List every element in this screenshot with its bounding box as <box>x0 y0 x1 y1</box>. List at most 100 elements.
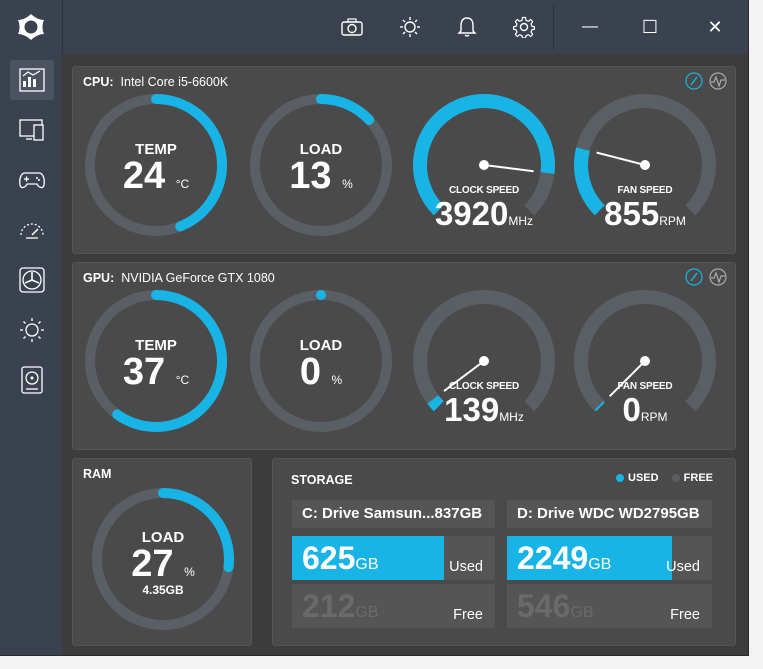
drive-d-free-label: Free <box>670 607 700 623</box>
drive-c-free-row: 212GB Free <box>292 584 495 628</box>
ram-panel: RAM LOAD 27 % 4.35GB <box>72 458 252 646</box>
cpu-clock-readout: 3920MHz <box>410 195 558 233</box>
gamepad-icon <box>19 172 45 189</box>
drive-c-header[interactable]: C: Drive Samsun...837GB <box>292 500 495 528</box>
cpu-fan-needle-hub <box>640 160 650 170</box>
cpu-name: Intel Core i5-6600K <box>120 75 229 89</box>
drive-d-used-value: 2249 <box>517 540 589 576</box>
app-window: — ☐ ✕ CPU: Intel Core i5-6600K TEMP 24 °… <box>0 0 748 655</box>
gpu-load-unit: % <box>331 373 343 387</box>
legend-free-dot <box>671 474 680 483</box>
drive-icon <box>21 366 43 394</box>
drive-c-free-readout: 212GB <box>302 588 379 625</box>
fan-icon <box>19 267 45 293</box>
sidebar-item-gaming[interactable] <box>10 160 54 200</box>
drive-c-free-label: Free <box>453 607 483 623</box>
gpu-load-gauge: LOAD 0 % <box>247 287 395 435</box>
sidebar-item-dashboard[interactable] <box>10 60 54 100</box>
graph-view-icon[interactable] <box>709 72 727 90</box>
gpu-temp-value: 37 <box>122 351 166 393</box>
gpu-clock-unit: MHz <box>499 410 524 424</box>
gauge-view-icon[interactable] <box>685 72 703 90</box>
drive-c-used-readout: 625GB <box>302 540 379 577</box>
drive-c-used-label: Used <box>449 559 483 575</box>
gpu-temp-readout: 37 °C <box>82 351 230 394</box>
gpu-panel: GPU: NVIDIA GeForce GTX 1080 TEMP 37 °C L… <box>72 262 736 450</box>
cpu-temp-value: 24 <box>122 155 166 197</box>
drive-d-free-readout: 546GB <box>517 588 594 625</box>
drive-d-free-unit: GB <box>570 604 594 621</box>
gpu-fan-gauge: FAN SPEED 0RPM <box>571 287 719 435</box>
ram-load-unit: % <box>184 565 195 579</box>
sidebar-item-lighting[interactable] <box>10 310 54 350</box>
cpu-fan-value: 855 <box>604 195 660 232</box>
app-logo-icon[interactable] <box>0 0 63 54</box>
bell-icon[interactable] <box>439 0 495 54</box>
gpu-load-readout: 0 % <box>247 351 395 394</box>
maximize-button[interactable]: ☐ <box>622 0 678 54</box>
gpu-clock-readout: 139MHz <box>410 391 558 429</box>
cpu-load-gauge: LOAD 13 % <box>247 91 395 239</box>
legend-used-dot <box>616 474 625 483</box>
drive-d-header[interactable]: D: Drive WDC WD2795GB <box>507 500 712 528</box>
settings-icon[interactable] <box>496 0 552 54</box>
gpu-fan-readout: 0RPM <box>571 391 719 429</box>
drive-c-used-unit: GB <box>355 556 379 573</box>
cpu-view-toggles <box>685 72 727 90</box>
cpu-label: CPU: <box>83 75 114 89</box>
cpu-title: CPU: Intel Core i5-6600K <box>83 75 228 89</box>
camera-icon[interactable] <box>324 0 380 54</box>
gpu-temp-gauge: TEMP 37 °C <box>82 287 230 435</box>
sidebar-item-storage[interactable] <box>10 360 54 400</box>
drive-c-free-value: 212 <box>302 588 356 624</box>
drive-c-name: C: Drive Samsun... <box>302 505 435 522</box>
gpu-fan-needle-hub <box>640 356 650 366</box>
cpu-fan-unit: RPM <box>659 214 686 228</box>
cpu-load-unit: % <box>342 177 353 191</box>
drive-d-size: 2795GB <box>643 505 700 522</box>
sidebar-item-performance[interactable] <box>10 210 54 250</box>
monitor-icon <box>19 119 44 141</box>
storage-panel: STORAGE USED FREE C: Drive Samsun...837G… <box>272 458 736 646</box>
cpu-load-value: 13 <box>289 155 332 197</box>
cpu-clock-needle <box>483 164 534 173</box>
cpu-clock-unit: MHz <box>508 214 534 228</box>
brightness-icon[interactable] <box>382 0 438 54</box>
gpu-view-toggles <box>685 268 727 286</box>
divider <box>62 4 63 50</box>
cpu-clock-needle-hub <box>479 160 489 170</box>
gpu-clock-gauge: CLOCK SPEED 139MHz <box>410 287 558 435</box>
gpu-name: NVIDIA GeForce GTX 1080 <box>121 271 275 285</box>
ram-load-gauge: LOAD 27 % 4.35GB <box>89 485 237 633</box>
drive-d-free-value: 546 <box>517 588 571 624</box>
sidebar <box>0 54 62 655</box>
storage-legend: USED FREE <box>616 472 713 484</box>
gpu-fan-value: 0 <box>622 391 641 428</box>
gpu-load-value: 0 <box>299 351 321 393</box>
drive-d-free-row: 546GB Free <box>507 584 712 628</box>
drive-c-free-unit: GB <box>355 604 379 621</box>
gpu-clock-needle-hub <box>479 356 489 366</box>
gauge-view-icon[interactable] <box>685 268 703 286</box>
sidebar-item-monitor[interactable] <box>10 110 54 150</box>
gpu-title: GPU: NVIDIA GeForce GTX 1080 <box>83 271 275 285</box>
cpu-fan-readout: 855RPM <box>571 195 719 233</box>
drive-d-used-readout: 2249GB <box>517 540 611 577</box>
storage-title: STORAGE <box>291 473 353 487</box>
drive-d-used-unit: GB <box>588 556 612 573</box>
sidebar-item-cooling[interactable] <box>10 260 54 300</box>
cpu-temp-readout: 24 °C <box>82 155 230 198</box>
drive-d-used-row: 2249GB Used <box>507 536 712 580</box>
minimize-button[interactable]: — <box>562 0 618 54</box>
drive-d-used-label: Used <box>666 559 700 575</box>
divider <box>553 4 554 50</box>
cpu-panel: CPU: Intel Core i5-6600K TEMP 24 °C LOAD … <box>72 66 736 254</box>
legend-free-label: FREE <box>683 472 713 484</box>
legend-used-label: USED <box>628 472 659 484</box>
cpu-clock-gauge: CLOCK SPEED 3920MHz <box>410 91 558 239</box>
cpu-clock-value: 3920 <box>434 195 509 232</box>
graph-view-icon[interactable] <box>709 268 727 286</box>
cpu-load-readout: 13 % <box>247 155 395 198</box>
close-button[interactable]: ✕ <box>687 0 743 54</box>
drive-c-used-row: 625GB Used <box>292 536 495 580</box>
